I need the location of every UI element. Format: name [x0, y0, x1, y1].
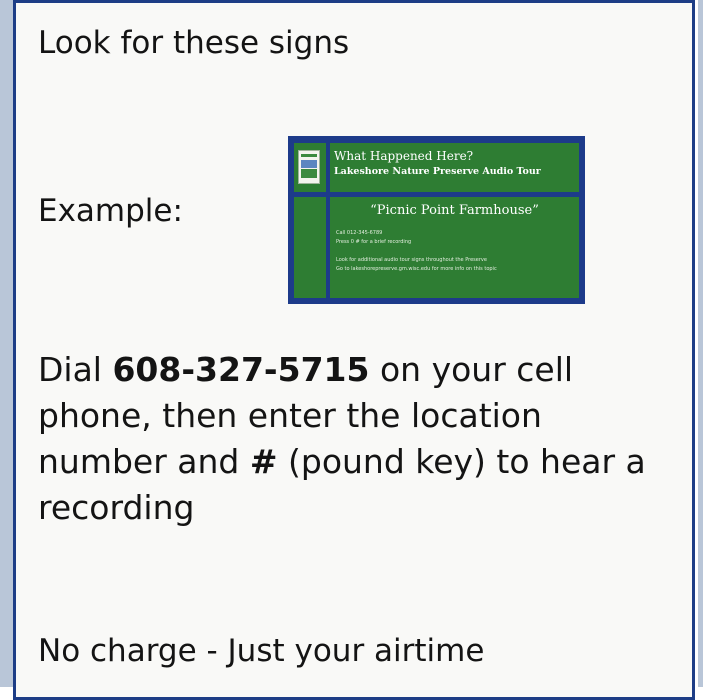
- sign-location-name: “Picnic Point Farmhouse”: [370, 203, 539, 218]
- preserve-logo-icon: [298, 150, 320, 184]
- info-panel: Look for these signs Example: What Happe…: [13, 0, 695, 700]
- sign-line: Call 012-345-6789: [336, 230, 383, 236]
- example-sign-image: What Happened Here? Lakeshore Nature Pre…: [288, 136, 585, 304]
- pound-key: #: [249, 442, 278, 481]
- sign-title: What Happened Here?: [334, 149, 474, 163]
- sign-header: What Happened Here? Lakeshore Nature Pre…: [330, 143, 579, 192]
- sign-line: Go to lakeshorepreserve.gm.wisc.edu for …: [336, 266, 497, 272]
- left-edge-strip: [0, 0, 13, 687]
- dial-instructions: Dial 608-327-5715 on your cell phone, th…: [38, 347, 678, 531]
- heading: Look for these signs: [38, 25, 350, 61]
- phone-number: 608-327-5715: [112, 350, 370, 389]
- sign-subtitle: Lakeshore Nature Preserve Audio Tour: [334, 166, 541, 177]
- sign-line: Look for additional audio tour signs thr…: [336, 257, 487, 263]
- right-edge-strip: [698, 0, 703, 687]
- page: Look for these signs Example: What Happe…: [0, 0, 703, 700]
- sign-line: Press 0 # for a brief recording: [336, 239, 412, 245]
- sign-icon-cell: [294, 143, 326, 192]
- sign-side-cell: [294, 197, 326, 298]
- example-label: Example:: [38, 193, 183, 229]
- sign-body: “Picnic Point Farmhouse” Call 012-345-67…: [330, 197, 579, 298]
- charge-note: No charge - Just your airtime: [38, 633, 485, 669]
- instructions-text: Dial: [38, 350, 113, 389]
